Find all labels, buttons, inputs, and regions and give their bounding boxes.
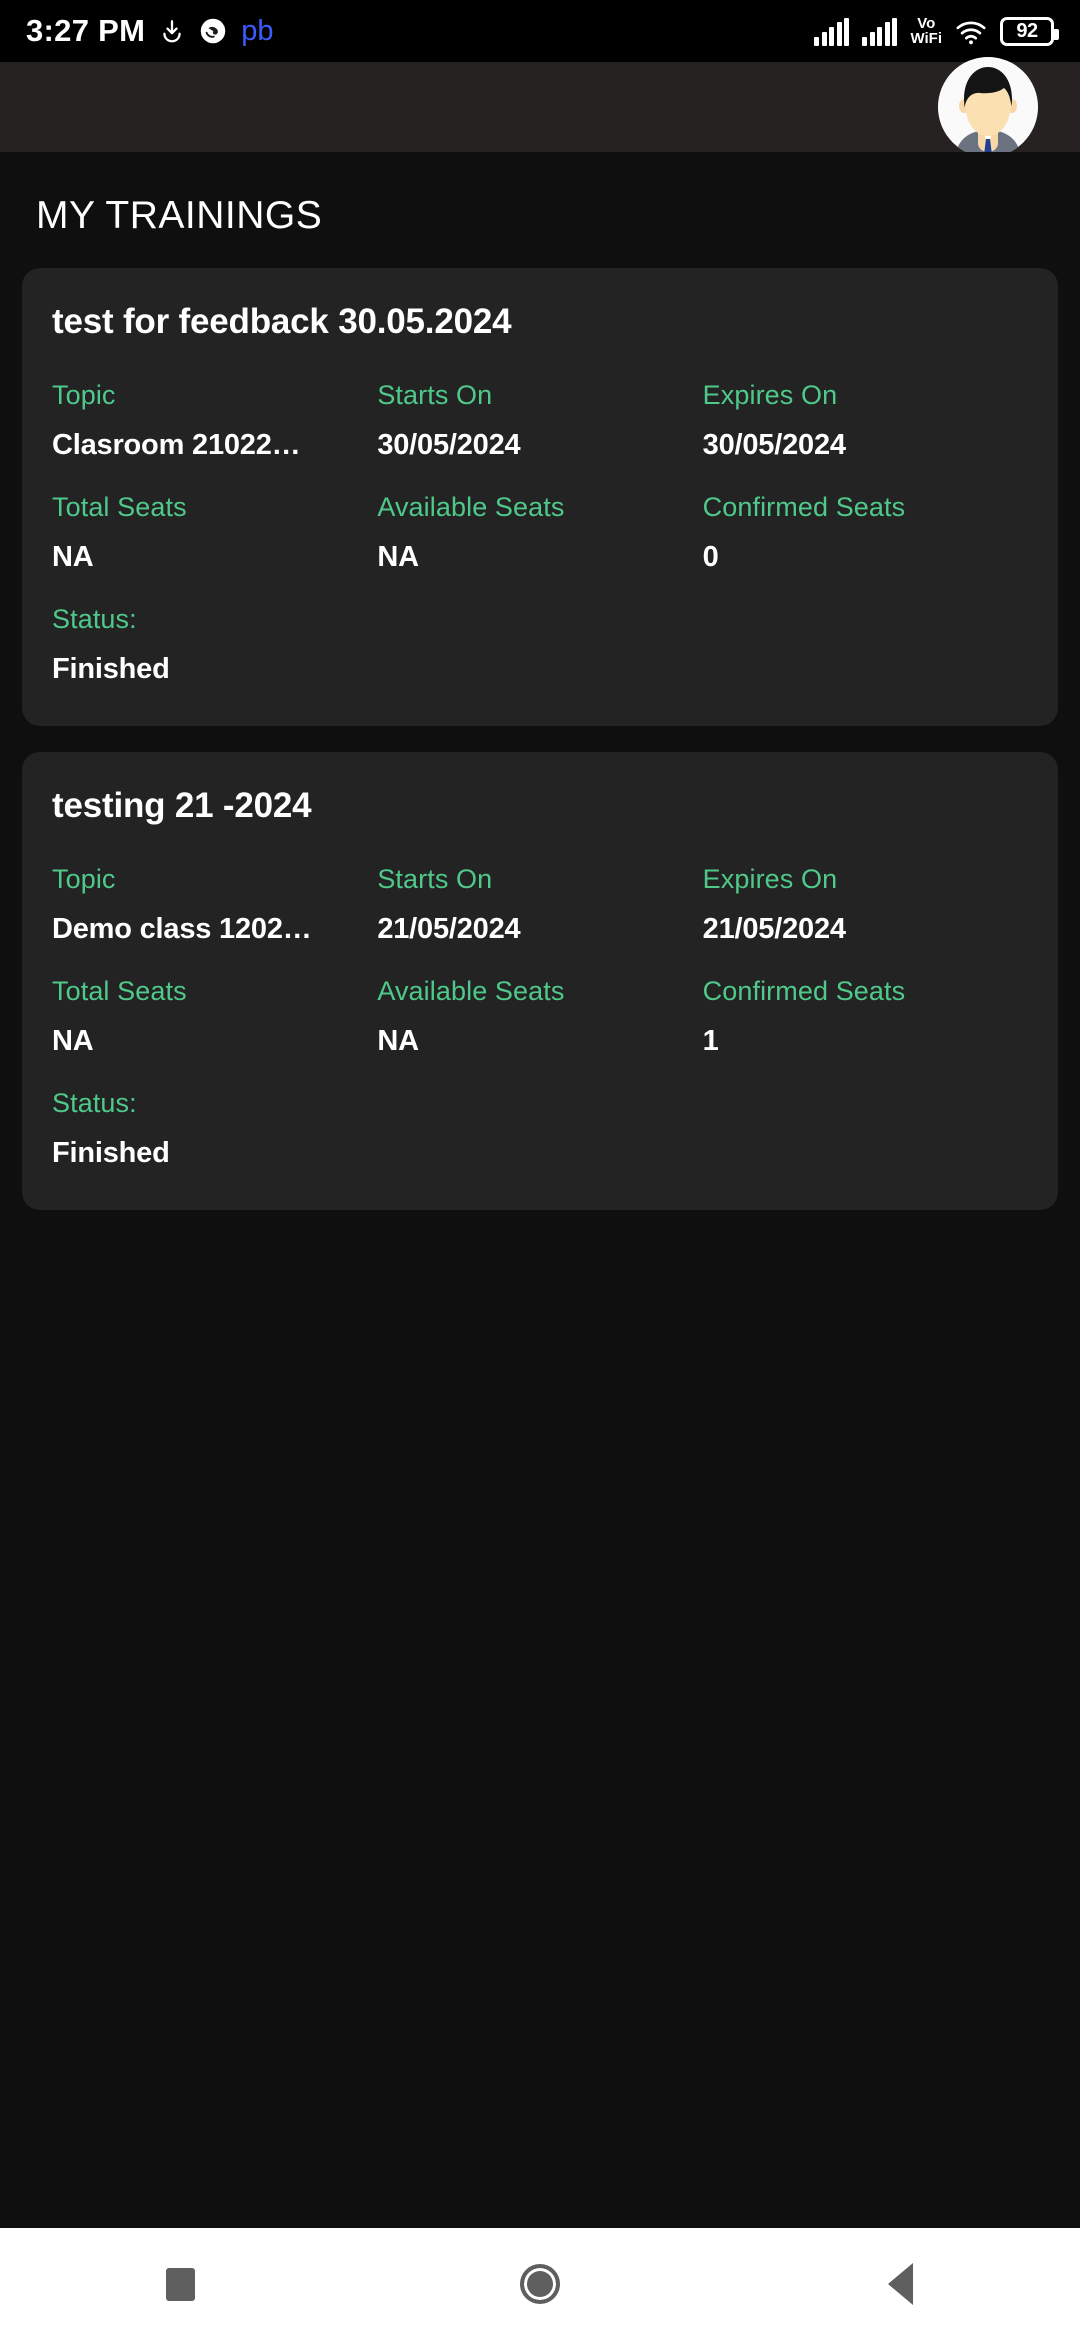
status-badge: Finished <box>52 653 170 685</box>
available-seats-label: Available Seats <box>377 976 565 1006</box>
training-status-row: Status: Finished <box>52 604 1028 686</box>
total-seats-column: Total Seats NA <box>52 976 377 1058</box>
expires-on-column: Expires On 30/05/2024 <box>703 380 1028 462</box>
total-seats-column: Total Seats NA <box>52 492 377 574</box>
confirmed-seats-label: Confirmed Seats <box>702 976 906 1006</box>
vowifi-line-2: WiFi <box>910 30 942 47</box>
topic-column: Topic Demo class 1202… <box>52 864 377 946</box>
training-seats-row: Total Seats NA Available Seats NA Confir… <box>52 492 1028 574</box>
wifi-icon <box>956 21 986 45</box>
status-bar-left: 3:27 PM pb <box>26 13 274 49</box>
status-bar-app-label: pb <box>241 14 274 47</box>
confirmed-seats-value: 1 <box>702 1025 719 1057</box>
status-label: Status: <box>52 1088 137 1118</box>
starts-on-column: Starts On 30/05/2024 <box>377 380 702 462</box>
recents-square-icon <box>165 2267 195 2301</box>
status-column: Status: Finished <box>52 1088 1028 1170</box>
topic-value: Clasroom 21022… <box>52 429 301 461</box>
status-badge: Finished <box>52 1137 170 1169</box>
training-seats-row: Total Seats NA Available Seats NA Confir… <box>52 976 1028 1058</box>
phone-screen: 3:27 PM pb Vo WiFi 92 MY TRAININGS test … <box>0 0 1080 2340</box>
confirmed-seats-column: Confirmed Seats 0 <box>703 492 1028 574</box>
expires-on-label: Expires On <box>702 864 838 894</box>
status-bar-clock: 3:27 PM <box>26 13 146 48</box>
expires-on-label: Expires On <box>702 380 838 410</box>
topic-label: Topic <box>52 864 116 894</box>
available-seats-column: Available Seats NA <box>377 492 702 574</box>
status-bar: 3:27 PM pb Vo WiFi 92 <box>0 0 1080 62</box>
confirmed-seats-label: Confirmed Seats <box>702 492 906 522</box>
available-seats-column: Available Seats NA <box>377 976 702 1058</box>
confirmed-seats-column: Confirmed Seats 1 <box>703 976 1028 1058</box>
training-card[interactable]: test for feedback 30.05.2024 Topic Clasr… <box>22 268 1058 726</box>
starts-on-value: 21/05/2024 <box>377 913 521 945</box>
available-seats-label: Available Seats <box>377 492 565 522</box>
total-seats-value: NA <box>52 1025 94 1057</box>
back-button[interactable] <box>830 2228 970 2340</box>
training-card[interactable]: testing 21 -2024 Topic Demo class 1202… … <box>22 752 1058 1210</box>
starts-on-label: Starts On <box>377 864 493 894</box>
page-title: MY TRAININGS <box>36 194 323 237</box>
total-seats-label: Total Seats <box>52 976 187 1006</box>
total-seats-label: Total Seats <box>52 492 187 522</box>
expires-on-value: 30/05/2024 <box>702 429 846 461</box>
home-button[interactable] <box>470 2228 610 2340</box>
recents-button[interactable] <box>110 2228 250 2340</box>
topic-value: Demo class 1202… <box>52 913 312 945</box>
avatar-illustration <box>938 57 1038 157</box>
starts-on-column: Starts On 21/05/2024 <box>377 864 702 946</box>
app-header-bar <box>0 57 1080 157</box>
android-navigation-bar <box>0 2228 1080 2340</box>
training-title: testing 21 -2024 <box>52 786 312 825</box>
status-label: Status: <box>52 604 137 634</box>
status-column: Status: Finished <box>52 604 1028 686</box>
training-title: test for feedback 30.05.2024 <box>52 302 512 341</box>
expires-on-column: Expires On 21/05/2024 <box>703 864 1028 946</box>
vowifi-icon: Vo WiFi <box>910 16 942 46</box>
training-info-row: Topic Clasroom 21022… Starts On 30/05/20… <box>52 380 1028 462</box>
topic-label: Topic <box>52 380 116 410</box>
starts-on-label: Starts On <box>377 380 493 410</box>
main-content: MY TRAININGS test for feedback 30.05.202… <box>0 152 1080 2228</box>
app-notification-icon <box>201 18 226 44</box>
battery-level: 92 <box>1016 20 1038 42</box>
training-info-row: Topic Demo class 1202… Starts On 21/05/2… <box>52 864 1028 946</box>
topic-column: Topic Clasroom 21022… <box>52 380 377 462</box>
battery-icon: 92 <box>1000 17 1059 46</box>
available-seats-value: NA <box>377 541 419 573</box>
available-seats-value: NA <box>377 1025 419 1057</box>
expires-on-value: 21/05/2024 <box>702 913 846 945</box>
training-status-row: Status: Finished <box>52 1088 1028 1170</box>
avatar[interactable] <box>938 57 1038 157</box>
home-circle-icon <box>520 2264 560 2304</box>
back-triangle-icon <box>887 2263 913 2305</box>
starts-on-value: 30/05/2024 <box>377 429 521 461</box>
signal-bars-icon <box>814 18 850 46</box>
status-bar-right: Vo WiFi 92 <box>814 16 1059 46</box>
vowifi-line-1: Vo <box>917 15 936 32</box>
confirmed-seats-value: 0 <box>702 541 719 573</box>
download-icon <box>163 20 181 43</box>
signal-bars-icon <box>862 18 898 46</box>
total-seats-value: NA <box>52 541 94 573</box>
